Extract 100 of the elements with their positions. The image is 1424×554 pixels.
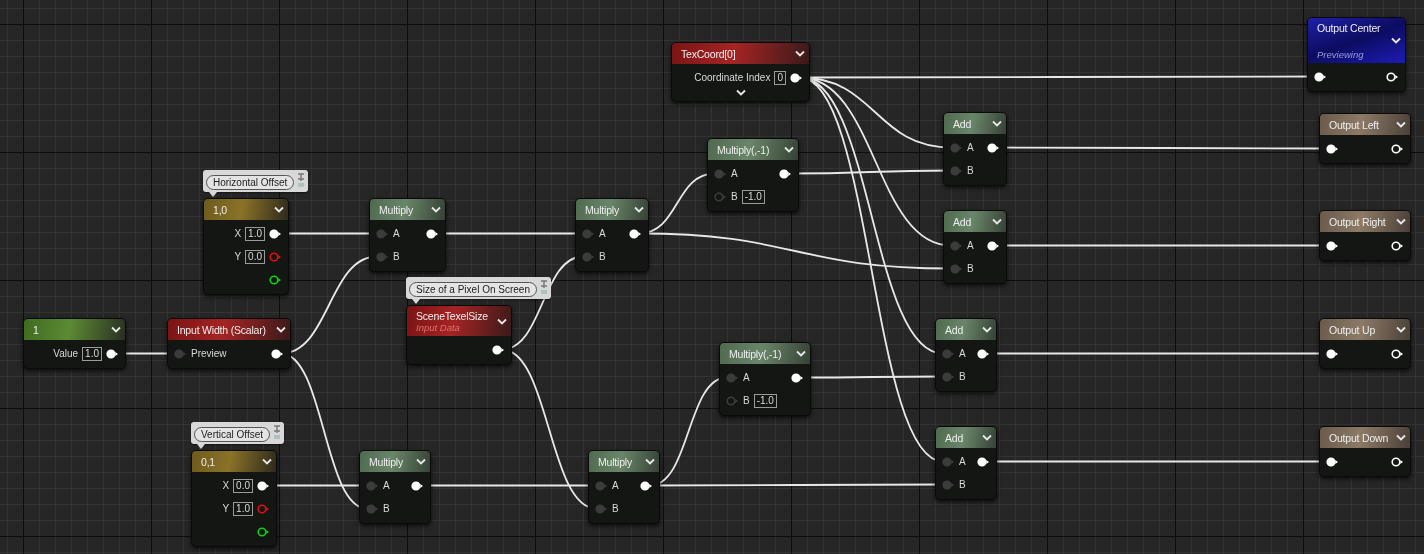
graph-node[interactable]: 1,0 X 1.0 Y 0.0 — [203, 198, 289, 295]
pin-icon[interactable] — [1326, 348, 1339, 359]
value-field[interactable]: 0.0 — [245, 249, 265, 264]
pin-icon[interactable] — [411, 480, 424, 491]
chevron-icon[interactable] — [416, 458, 426, 465]
graph-node[interactable]: Add A B — [943, 210, 1007, 284]
chevron-icon[interactable] — [111, 326, 121, 333]
graph-node[interactable]: 1 Value 1.0 — [23, 318, 126, 369]
pin-label: A — [612, 480, 619, 491]
value-field[interactable]: -1.0 — [741, 189, 765, 204]
pin-label: A — [393, 228, 400, 239]
pin-icon[interactable] — [106, 348, 119, 359]
graph-node[interactable]: Output Left — [1319, 113, 1411, 164]
pin-icon[interactable] — [1314, 71, 1327, 82]
pin-icon[interactable] — [1386, 71, 1399, 82]
chevron-icon[interactable] — [1396, 434, 1406, 441]
pin-icon[interactable] — [257, 526, 270, 537]
chevron-icon[interactable] — [634, 206, 644, 213]
graph-node[interactable]: Multiply(,-1) A B -1.0 — [719, 342, 811, 416]
node-title: Add — [953, 215, 972, 228]
chevron-icon[interactable] — [1391, 37, 1401, 44]
graph-node[interactable]: Output Up — [1319, 318, 1411, 369]
chevron-icon[interactable] — [784, 146, 794, 153]
pin-icon[interactable] — [640, 480, 653, 491]
pin-icon[interactable] — [1391, 348, 1404, 359]
value-field[interactable]: 0 — [774, 70, 786, 85]
pin-label: X — [222, 480, 230, 491]
chevron-icon[interactable] — [497, 317, 507, 325]
graph-node[interactable]: Add A B — [935, 318, 997, 392]
pin-label: A — [743, 372, 750, 383]
pin-label: B — [743, 395, 750, 406]
node-title: Input Width (Scalar) — [177, 323, 266, 336]
graph-node[interactable]: Add A B — [943, 112, 1007, 186]
pin-icon[interactable] — [426, 228, 439, 239]
pin-label: A — [731, 168, 738, 179]
pin-label: Y — [234, 251, 242, 262]
value-field[interactable]: 1.0 — [82, 346, 102, 361]
pin-icon[interactable] — [269, 274, 282, 285]
chevron-icon[interactable] — [431, 206, 441, 213]
pin-icon[interactable] — [791, 372, 804, 383]
graph-node[interactable]: TexCoord[0] Coordinate Index 0 — [671, 42, 810, 102]
graph-node[interactable]: Multiply A B — [369, 198, 446, 272]
pin-icon[interactable] — [1326, 240, 1339, 251]
pin-icon[interactable] — [987, 142, 1000, 153]
graph-node[interactable]: Input Width (Scalar) Preview — [167, 318, 291, 369]
value-field[interactable]: 1.0 — [245, 226, 265, 241]
value-field[interactable]: 0.0 — [233, 478, 253, 493]
pin-icon[interactable] — [790, 72, 803, 83]
value-field[interactable]: -1.0 — [753, 393, 777, 408]
chevron-icon[interactable] — [274, 206, 284, 213]
chevron-icon[interactable] — [1396, 326, 1406, 333]
graph-node[interactable]: Add A B — [935, 426, 997, 500]
pin-icon[interactable] — [977, 348, 990, 359]
chevron-icon[interactable] — [992, 120, 1002, 127]
chevron-icon[interactable] — [982, 434, 992, 441]
graph-node[interactable]: Output Center Previewing — [1307, 17, 1406, 92]
chevron-icon[interactable] — [795, 50, 805, 57]
value-field[interactable]: 1.0 — [233, 501, 253, 516]
pin-icon[interactable] — [977, 456, 990, 467]
chevron-icon[interactable] — [276, 326, 286, 333]
pin-label: A — [383, 480, 390, 491]
graph-node[interactable]: Output Down — [1319, 426, 1411, 477]
graph-node[interactable]: Output Right — [1319, 210, 1411, 261]
node-title: Multiply — [585, 203, 619, 216]
chevron-icon[interactable] — [796, 350, 806, 357]
graph-node[interactable]: Multiply(,-1) A B -1.0 — [707, 138, 799, 212]
node-title: Multiply(,-1) — [729, 347, 782, 360]
pin-icon[interactable] — [1391, 143, 1404, 154]
pin-icon[interactable] — [629, 228, 642, 239]
pin-icon[interactable] — [1326, 456, 1339, 467]
pin-icon[interactable] — [257, 480, 270, 491]
chevron-icon[interactable] — [1396, 121, 1406, 128]
pin-label: B — [967, 165, 974, 176]
graph-node[interactable]: Multiply A B — [588, 450, 660, 524]
node-title: Multiply — [598, 455, 632, 468]
pin-icon[interactable] — [1391, 456, 1404, 467]
chevron-icon[interactable] — [1396, 218, 1406, 225]
chevron-icon[interactable] — [645, 458, 655, 465]
chevron-icon[interactable] — [992, 218, 1002, 225]
pin-icon[interactable] — [1326, 143, 1339, 154]
pin-icon[interactable] — [269, 228, 282, 239]
pin-icon[interactable] — [779, 168, 792, 179]
pin-label: B — [731, 191, 738, 202]
chevron-icon[interactable] — [262, 458, 272, 465]
graph-node[interactable]: Multiply A B — [359, 450, 431, 524]
pin-icon[interactable] — [987, 240, 1000, 251]
node-title: SceneTexelSize — [416, 309, 488, 322]
node-title: Multiply — [369, 455, 403, 468]
pin-icon[interactable] — [271, 348, 284, 359]
pin-icon[interactable] — [1391, 240, 1404, 251]
graph-node[interactable]: 0,1 X 0.0 Y 1.0 — [191, 450, 277, 547]
graph-node[interactable]: Multiply A B — [575, 198, 649, 272]
chevron-icon[interactable] — [735, 89, 746, 96]
node-title: Output Left — [1329, 118, 1379, 131]
graph-node[interactable]: SceneTexelSize Input Data — [406, 305, 512, 365]
node-title: 1,0 — [213, 203, 227, 216]
chevron-icon[interactable] — [982, 326, 992, 333]
pin-icon[interactable] — [492, 344, 505, 355]
pin-label: A — [959, 348, 966, 359]
pin-label: B — [967, 263, 974, 274]
